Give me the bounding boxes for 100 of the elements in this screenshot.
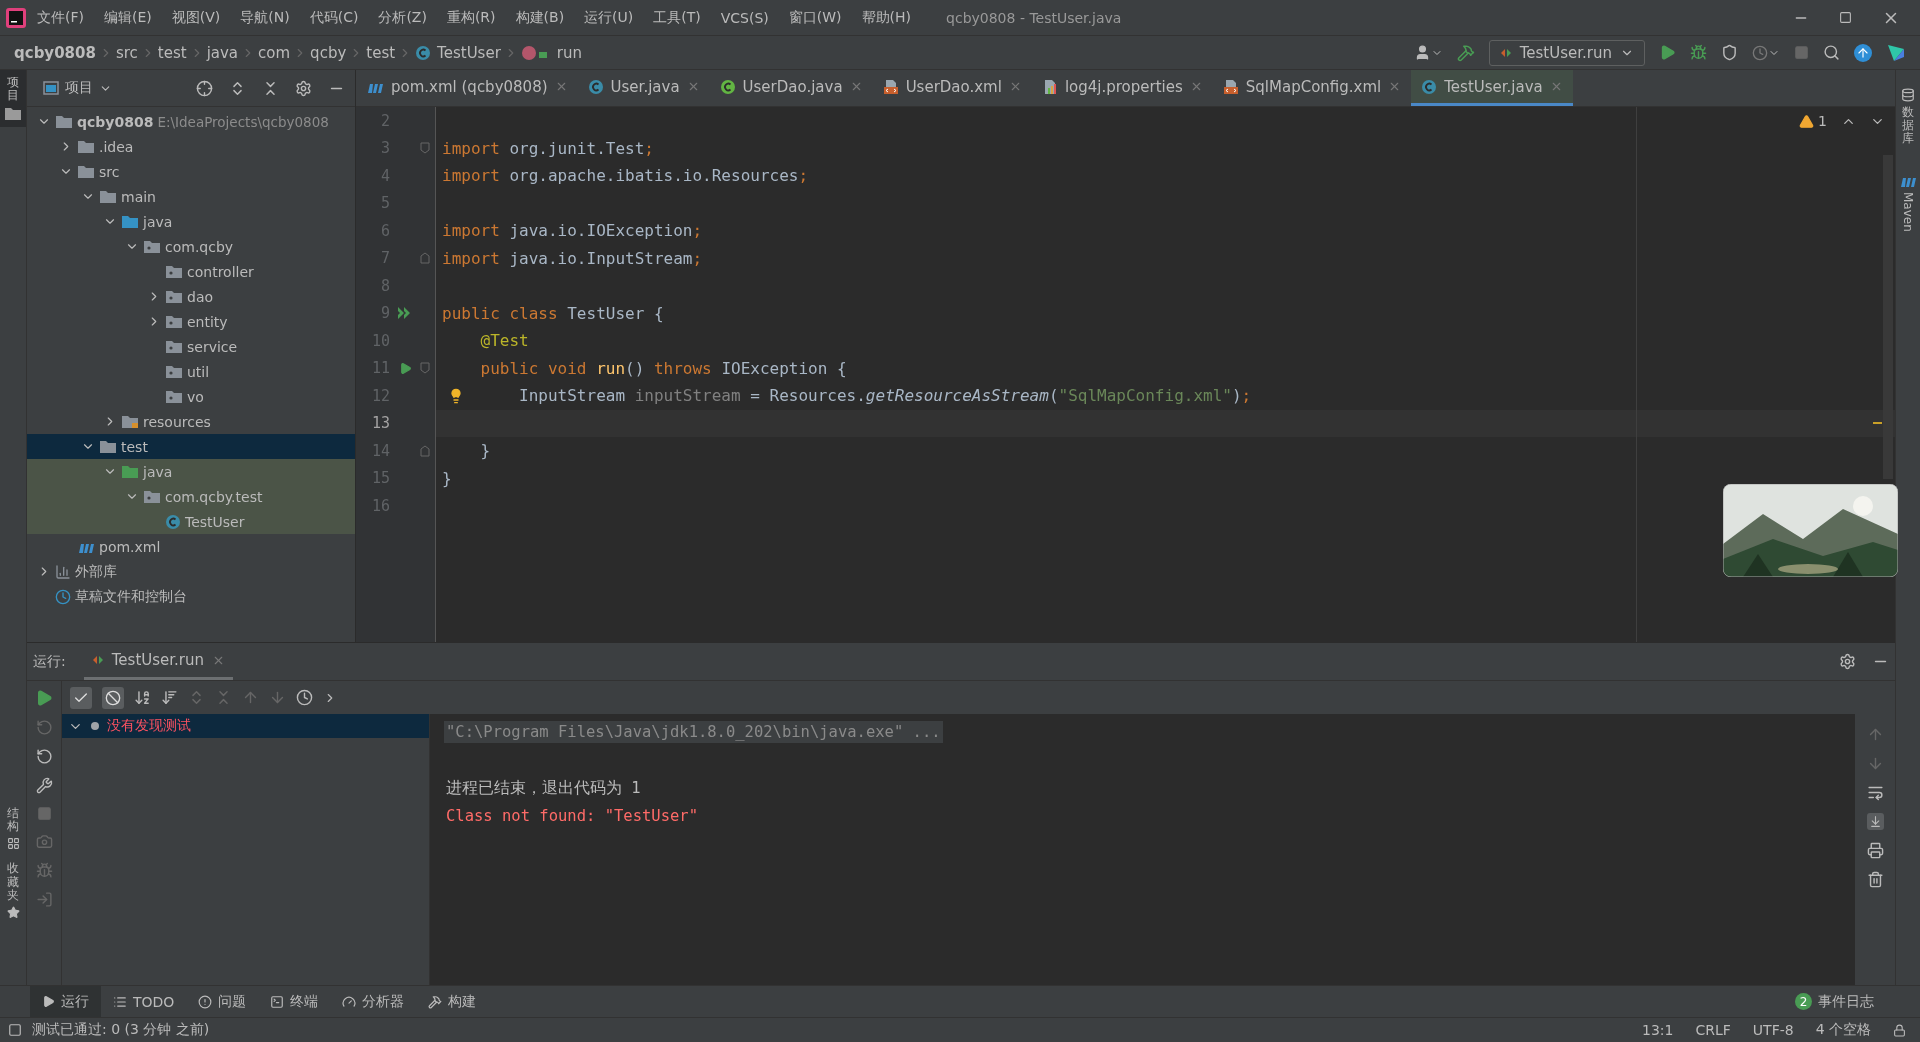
tree-item[interactable]: qcby0808 E:\IdeaProjects\qcby0808 [27, 109, 355, 134]
menu-item[interactable]: 帮助(H) [852, 4, 921, 31]
tool-window-tab[interactable]: 问题 [186, 986, 259, 1017]
breadcrumb-item[interactable]: com [258, 43, 291, 62]
update-icon[interactable] [1854, 43, 1872, 62]
run-all-icon[interactable] [397, 306, 413, 321]
tree-item[interactable]: pom.xml [27, 534, 355, 559]
breadcrumb-item[interactable]: TestUser [415, 43, 501, 62]
menu-item[interactable]: 工具(T) [644, 4, 710, 31]
editor-tab[interactable]: log4j.properties [1031, 70, 1213, 106]
menu-item[interactable]: 重构(R) [437, 4, 505, 31]
status-item[interactable]: 4 个空格 [1815, 1021, 1871, 1039]
wrench-icon[interactable] [35, 777, 53, 794]
tree-item[interactable]: service [27, 334, 355, 359]
coverage-icon[interactable] [1721, 44, 1738, 61]
breadcrumb-item[interactable]: qcby [310, 43, 347, 62]
play-icon[interactable] [398, 361, 412, 375]
menu-item[interactable]: 窗口(W) [779, 4, 851, 31]
breadcrumb-item[interactable]: qcby0808 [14, 43, 96, 62]
filter-toggle[interactable] [70, 686, 92, 709]
run-tab[interactable]: TestUser.run [83, 643, 234, 680]
breadcrumb-item[interactable]: src [115, 43, 138, 62]
side-tab[interactable]: 项目 [0, 70, 26, 128]
tool-window-tab[interactable]: 分析器 [330, 986, 417, 1017]
tree-item[interactable]: main [27, 184, 355, 209]
tree-item[interactable]: src [27, 159, 355, 184]
tree-item[interactable]: .idea [27, 134, 355, 159]
settings-icon[interactable] [295, 79, 312, 97]
status-item[interactable]: CRLF [1695, 1022, 1731, 1038]
filter-toggle[interactable] [102, 686, 124, 709]
tree-item[interactable]: resources [27, 409, 355, 434]
editor-tab[interactable]: UserDao.java [709, 70, 873, 106]
status-item[interactable]: 13:1 [1642, 1022, 1674, 1038]
menu-item[interactable]: 代码(C) [300, 4, 368, 31]
tree-item[interactable]: vo [27, 384, 355, 409]
menu-item[interactable]: 导航(N) [231, 4, 299, 31]
tree-item[interactable]: com.qcby [27, 234, 355, 259]
tool-window-tab[interactable]: 运行 [30, 986, 101, 1017]
resources-folder-icon [121, 414, 139, 429]
menu-item[interactable]: 视图(V) [162, 4, 230, 31]
rerun-icon[interactable] [35, 689, 53, 707]
tree-item[interactable]: controller [27, 259, 355, 284]
tree-item[interactable]: util [27, 359, 355, 384]
tree-item[interactable]: java [27, 209, 355, 234]
side-tab[interactable]: 结构 [0, 801, 26, 857]
settings-icon[interactable] [1839, 653, 1856, 670]
breadcrumb-item[interactable]: java [206, 43, 239, 62]
test-item[interactable]: 没有发现测试 [62, 714, 429, 738]
hammer-icon[interactable] [1456, 43, 1475, 62]
tool-window-tab[interactable]: 构建 [416, 986, 489, 1017]
menu-item[interactable]: 编辑(E) [95, 4, 161, 31]
breadcrumb-item[interactable]: test [366, 43, 396, 62]
search-icon[interactable] [1823, 44, 1840, 61]
tree-item[interactable]: dao [27, 284, 355, 309]
tool-window-tab[interactable]: TODO [101, 986, 187, 1017]
tree-item[interactable]: test [27, 434, 355, 459]
trash-icon[interactable] [1866, 871, 1884, 888]
editor-tab[interactable]: UserDao.xml [872, 70, 1032, 106]
warning-count[interactable]: 1 [1799, 113, 1827, 129]
side-tab[interactable]: 数据库 [1896, 82, 1920, 152]
lightbulb-icon[interactable] [448, 387, 464, 404]
tree-item[interactable]: TestUser [27, 509, 355, 534]
history-icon[interactable] [296, 689, 313, 706]
menu-item[interactable]: 构建(B) [506, 4, 574, 31]
project-view-dropdown[interactable]: 项目 [37, 78, 118, 98]
menu-item[interactable]: 分析(Z) [369, 4, 436, 31]
class-icon [587, 78, 604, 95]
menu-item[interactable]: 文件(F) [28, 4, 93, 31]
side-tab[interactable]: 收藏夹 [0, 856, 26, 925]
event-log-button[interactable]: 2 事件日志 [1789, 991, 1880, 1012]
tree-item[interactable]: com.qcby.test [27, 484, 355, 509]
side-tab[interactable]: Maven [1896, 167, 1920, 238]
editor-tab[interactable]: User.java [577, 70, 710, 106]
status-item[interactable]: UTF-8 [1752, 1022, 1794, 1038]
lock-icon[interactable] [1893, 1023, 1906, 1037]
print-icon[interactable] [1866, 842, 1884, 859]
tool-window-tab[interactable]: 终端 [258, 986, 331, 1017]
tree-item[interactable]: java [27, 459, 355, 484]
soft-wrap-icon[interactable] [1866, 784, 1884, 801]
restore-icon[interactable] [1839, 11, 1852, 24]
debug-icon[interactable] [1690, 44, 1707, 61]
tree-item[interactable]: entity [27, 309, 355, 334]
locate-icon[interactable] [196, 79, 213, 97]
run-config-dropdown[interactable]: TestUser.run [1488, 39, 1645, 66]
panel-toggle-icon[interactable] [8, 1023, 22, 1037]
editor-tab[interactable]: pom.xml (qcby0808) [356, 70, 578, 106]
editor-tab[interactable]: TestUser.java [1411, 70, 1573, 106]
sort-duration-icon[interactable] [161, 689, 178, 706]
editor-tab[interactable]: SqlMapConfig.xml [1212, 70, 1412, 106]
tree-item[interactable]: 草稿文件和控制台 [27, 584, 355, 609]
menu-item[interactable]: VCS(S) [711, 5, 778, 30]
breadcrumb-item[interactable]: run [520, 43, 582, 62]
menu-item[interactable]: 运行(U) [575, 4, 643, 31]
run-icon[interactable] [1659, 44, 1676, 61]
breadcrumb-item[interactable]: test [157, 43, 187, 62]
scroll-to-end-icon[interactable] [1866, 813, 1884, 830]
sort-alpha-icon[interactable] [134, 689, 151, 706]
plugin-logo[interactable] [1886, 42, 1906, 63]
tree-item[interactable]: 外部库 [27, 559, 355, 584]
code-line: import org.apache.ibatis.io.Resources; [442, 166, 809, 186]
